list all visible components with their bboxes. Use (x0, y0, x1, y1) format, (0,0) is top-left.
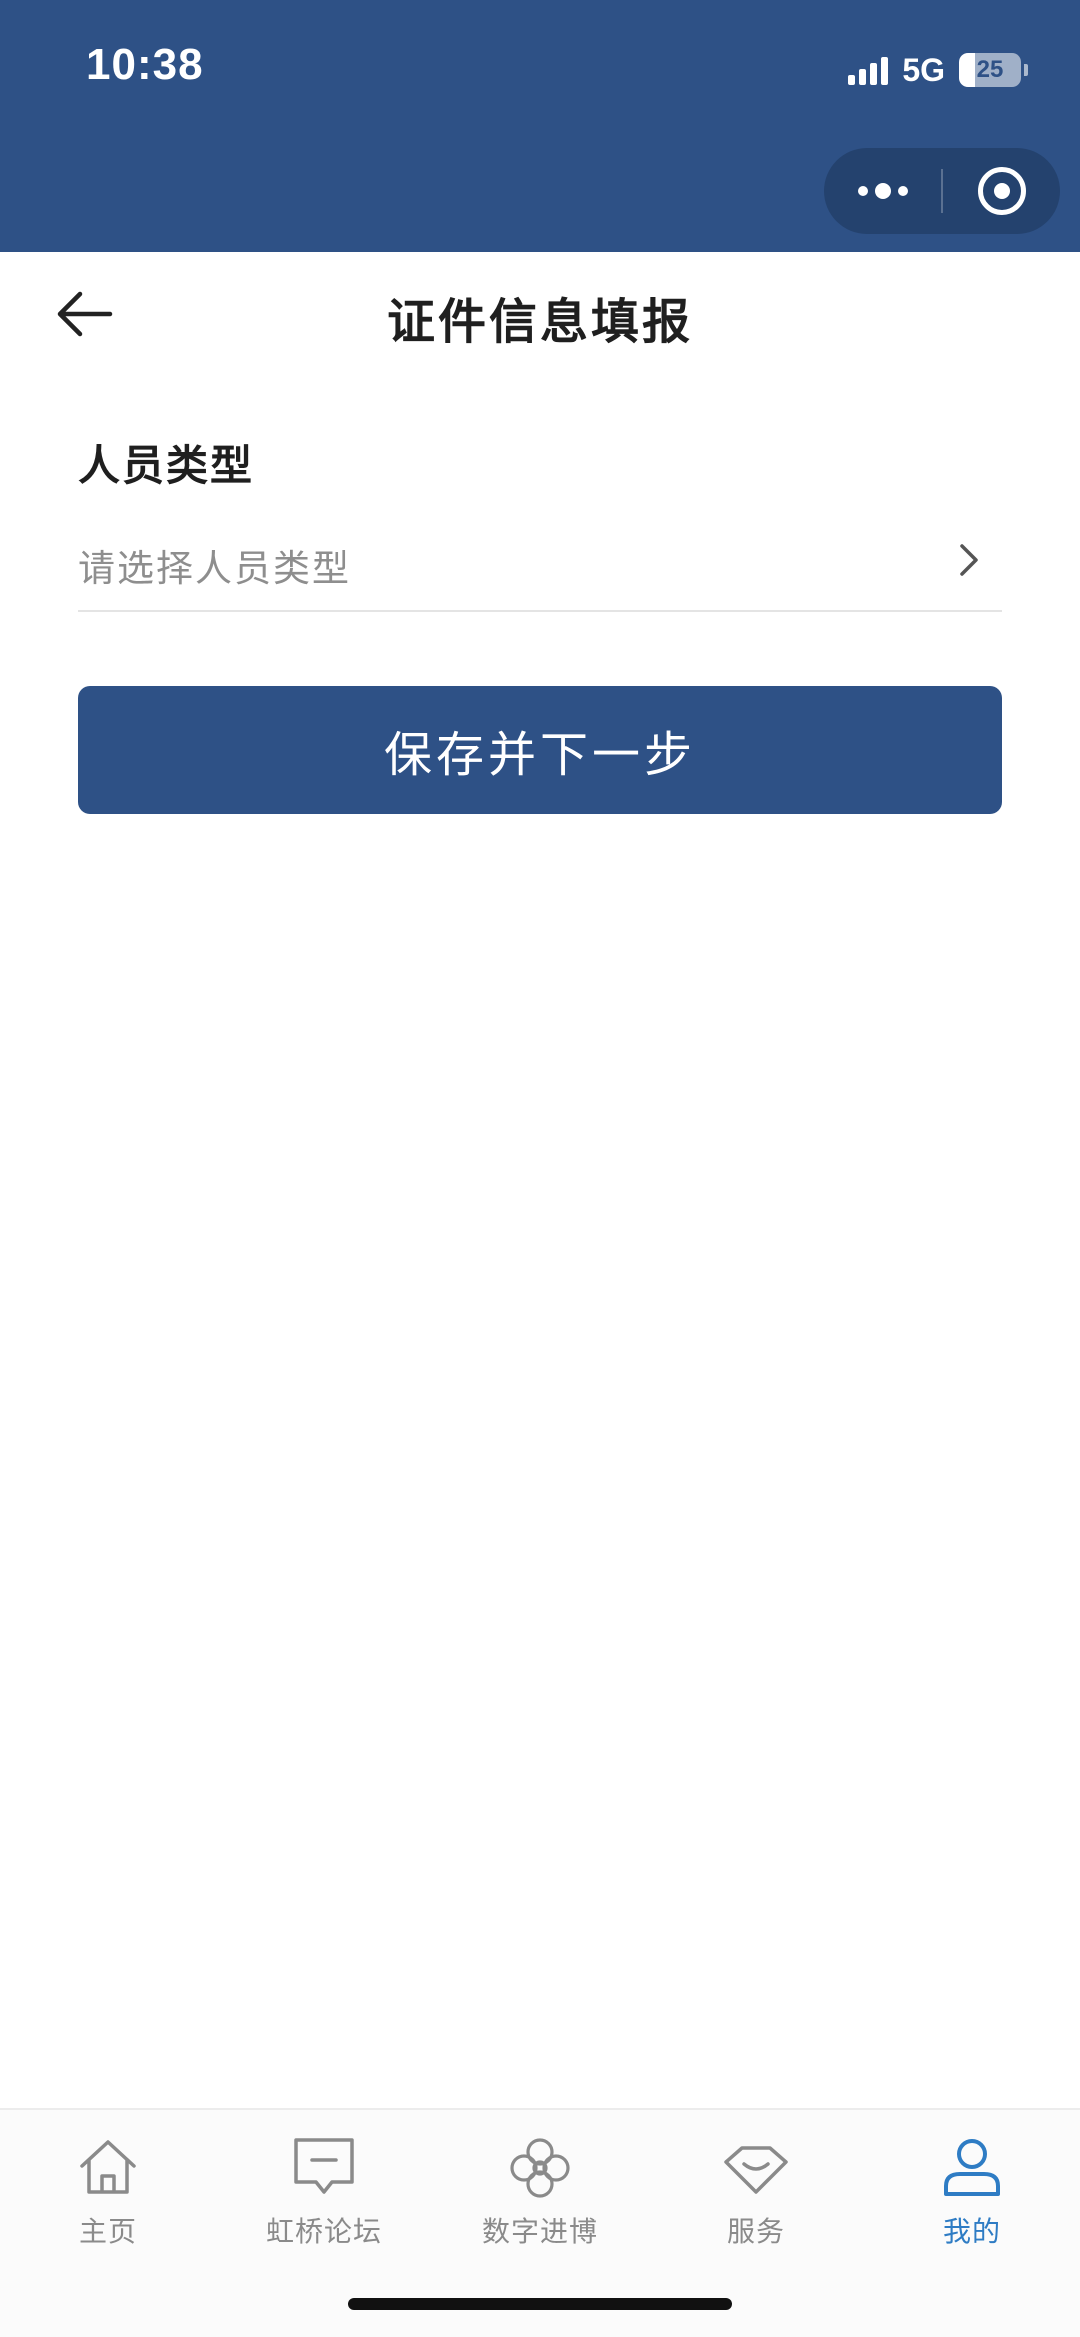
chevron-right-icon (960, 544, 978, 576)
diamond-icon (724, 2146, 788, 2194)
page: 10:38 5G 25 证件信息填报 人员类型 请选择人员类型 保存并下一步 主… (0, 0, 1080, 2337)
target-circle-icon (977, 167, 1026, 215)
flower-icon (510, 2138, 570, 2198)
more-dots-icon[interactable] (824, 148, 941, 234)
nav-bar: 证件信息填报 (0, 252, 1080, 382)
close-miniprogram-button[interactable] (943, 148, 1060, 234)
tab-mine[interactable]: 我的 (864, 2118, 1080, 2288)
tab-services[interactable]: 服务 (648, 2118, 864, 2288)
tab-label: 服务 (726, 2215, 785, 2248)
signal-icon (848, 55, 889, 85)
network-type: 5G (902, 51, 945, 88)
person-type-select[interactable]: 请选择人员类型 (78, 520, 1002, 612)
person-type-label: 人员类型 (78, 441, 255, 490)
top-header: 10:38 5G 25 (0, 0, 1080, 252)
status-indicators: 5G 25 (848, 48, 1028, 92)
person-type-placeholder: 请选择人员类型 (78, 547, 351, 590)
tab-forum[interactable]: 虹桥论坛 (216, 2118, 432, 2288)
status-time: 10:38 (86, 40, 204, 89)
tab-label: 我的 (942, 2215, 1001, 2248)
page-title: 证件信息填报 (386, 294, 693, 350)
battery-level: 25 (976, 56, 1004, 83)
home-icon (80, 2140, 136, 2194)
user-icon (944, 2139, 1000, 2196)
tab-label: 虹桥论坛 (265, 2215, 382, 2248)
tab-digital-expo[interactable]: 数字进博 (432, 2118, 648, 2288)
battery-fill (959, 53, 975, 87)
home-indicator (348, 2298, 732, 2310)
message-square-icon (294, 2138, 354, 2194)
tab-label: 数字进博 (481, 2215, 598, 2248)
tab-home[interactable]: 主页 (0, 2118, 216, 2288)
tab-label: 主页 (78, 2215, 137, 2248)
miniprogram-capsule (824, 148, 1060, 234)
save-and-next-button[interactable]: 保存并下一步 (78, 686, 1002, 814)
battery-icon: 25 (959, 53, 1028, 87)
